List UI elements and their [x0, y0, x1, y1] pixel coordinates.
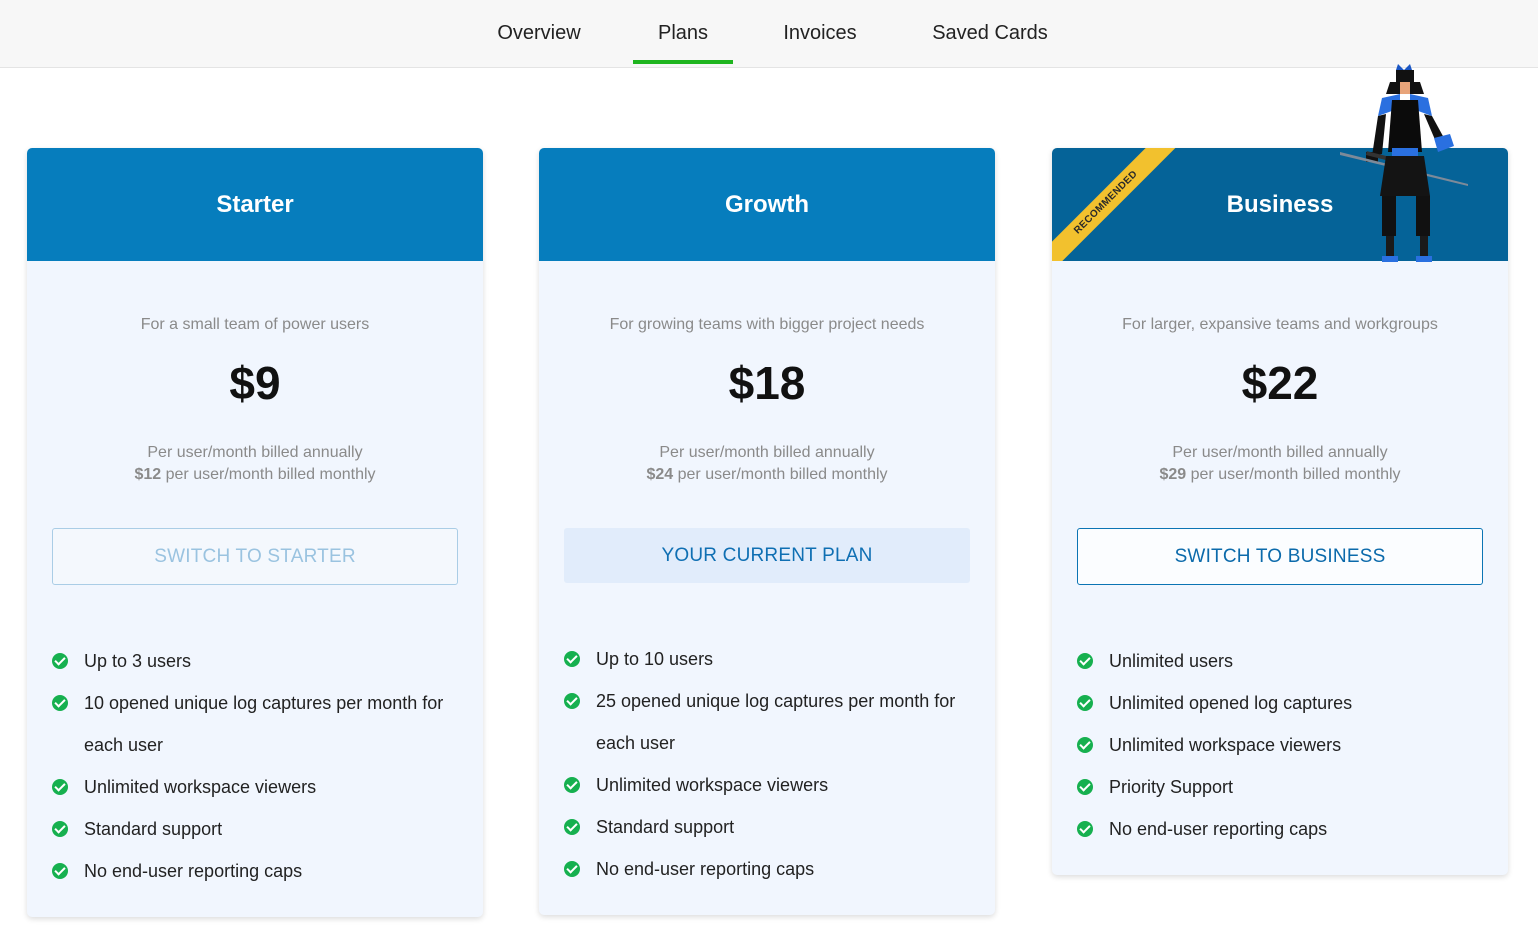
billing-monthly: $24 per user/month billed monthly: [539, 464, 995, 486]
check-circle-icon: [564, 777, 580, 793]
plan-billing: Per user/month billed annually $24 per u…: [539, 442, 995, 486]
tab-overview[interactable]: Overview: [488, 0, 590, 64]
check-circle-icon: [1077, 695, 1093, 711]
feature-text: Unlimited workspace viewers: [1109, 735, 1342, 755]
check-circle-icon: [1077, 779, 1093, 795]
plan-description: For a small team of power users: [140, 316, 370, 333]
feature-text: 10 opened unique log captures per month …: [84, 693, 444, 755]
feature-item: No end-user reporting caps: [564, 848, 983, 890]
feature-text: Up to 10 users: [596, 649, 714, 669]
plan-card-starter: Starter For a small team of power users …: [27, 148, 483, 917]
plan-price: $9: [229, 357, 281, 409]
feature-text: 25 opened unique log captures per month …: [596, 691, 956, 753]
feature-item: Up to 3 users: [52, 640, 471, 682]
feature-item: Unlimited workspace viewers: [1077, 724, 1496, 766]
feature-item: Priority Support: [1077, 766, 1496, 808]
billing-annual: Per user/month billed annually: [1172, 444, 1388, 461]
switch-to-business-button[interactable]: SWITCH TO BUSINESS: [1077, 528, 1483, 585]
monthly-price: $29: [1159, 466, 1187, 483]
feature-item: Unlimited workspace viewers: [564, 764, 983, 806]
switch-to-starter-button[interactable]: SWITCH TO STARTER: [52, 528, 458, 585]
feature-item: No end-user reporting caps: [52, 850, 471, 892]
plan-billing: Per user/month billed annually $12 per u…: [27, 442, 483, 486]
feature-text: Standard support: [84, 819, 223, 839]
monthly-price: $12: [134, 466, 162, 483]
plan-header: Growth: [539, 148, 995, 261]
billing-annual: Per user/month billed annually: [659, 444, 875, 461]
check-circle-icon: [52, 695, 68, 711]
check-circle-icon: [52, 779, 68, 795]
tab-saved-cards[interactable]: Saved Cards: [924, 0, 1056, 64]
feature-text: Priority Support: [1109, 777, 1234, 797]
check-circle-icon: [52, 653, 68, 669]
feature-item: Unlimited opened log captures: [1077, 682, 1496, 724]
feature-list: Up to 3 users 10 opened unique log captu…: [52, 640, 471, 892]
feature-text: Unlimited opened log captures: [1109, 693, 1353, 713]
feature-item: Standard support: [564, 806, 983, 848]
billing-annual: Per user/month billed annually: [147, 444, 363, 461]
plan-billing: Per user/month billed annually $29 per u…: [1052, 442, 1508, 486]
check-circle-icon: [1077, 821, 1093, 837]
check-circle-icon: [1077, 737, 1093, 753]
samurai-mascot-icon: [1340, 64, 1468, 262]
feature-list: Unlimited users Unlimited opened log cap…: [1077, 640, 1496, 850]
plan-header: Starter: [27, 148, 483, 261]
check-circle-icon: [564, 651, 580, 667]
feature-item: No end-user reporting caps: [1077, 808, 1496, 850]
check-circle-icon: [564, 819, 580, 835]
billing-monthly-text: per user/month billed monthly: [161, 466, 376, 483]
feature-text: Unlimited users: [1109, 651, 1234, 671]
top-nav: Overview Plans Invoices Saved Cards: [0, 0, 1538, 68]
feature-list: Up to 10 users 25 opened unique log capt…: [564, 638, 983, 890]
feature-item: Unlimited workspace viewers: [52, 766, 471, 808]
plan-price: $18: [728, 357, 806, 409]
current-plan-button[interactable]: YOUR CURRENT PLAN: [564, 528, 970, 583]
feature-text: No end-user reporting caps: [84, 861, 303, 881]
check-circle-icon: [1077, 653, 1093, 669]
billing-monthly: $29 per user/month billed monthly: [1052, 464, 1508, 486]
feature-item: Unlimited users: [1077, 640, 1496, 682]
feature-text: Standard support: [596, 817, 735, 837]
feature-text: No end-user reporting caps: [596, 859, 815, 879]
plan-title: Growth: [725, 191, 809, 218]
feature-item: Standard support: [52, 808, 471, 850]
monthly-price: $24: [646, 466, 674, 483]
plan-title: Starter: [216, 191, 294, 218]
plan-description: For growing teams with bigger project ne…: [609, 316, 925, 333]
check-circle-icon: [52, 821, 68, 837]
check-circle-icon: [564, 693, 580, 709]
tab-plans[interactable]: Plans: [633, 0, 733, 64]
feature-text: Up to 3 users: [84, 651, 192, 671]
tab-invoices[interactable]: Invoices: [772, 0, 868, 64]
feature-text: No end-user reporting caps: [1109, 819, 1328, 839]
plan-description: For larger, expansive teams and workgrou…: [1122, 316, 1438, 333]
check-circle-icon: [52, 863, 68, 879]
feature-item: Up to 10 users: [564, 638, 983, 680]
plan-card-growth: Growth For growing teams with bigger pro…: [539, 148, 995, 915]
check-circle-icon: [564, 861, 580, 877]
billing-monthly: $12 per user/month billed monthly: [27, 464, 483, 486]
plan-price: $22: [1241, 357, 1319, 409]
feature-text: Unlimited workspace viewers: [596, 775, 829, 795]
feature-item: 10 opened unique log captures per month …: [52, 682, 471, 766]
billing-monthly-text: per user/month billed monthly: [1186, 466, 1401, 483]
billing-monthly-text: per user/month billed monthly: [673, 466, 888, 483]
feature-text: Unlimited workspace viewers: [84, 777, 317, 797]
feature-item: 25 opened unique log captures per month …: [564, 680, 983, 764]
